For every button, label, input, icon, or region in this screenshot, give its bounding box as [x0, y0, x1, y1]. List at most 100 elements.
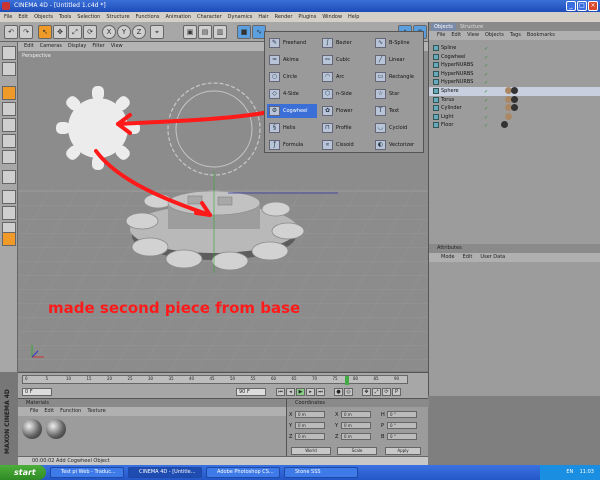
- viewport-menu-item[interactable]: View: [111, 42, 123, 51]
- coord-value-field[interactable]: 0 m: [341, 433, 371, 440]
- menu-item[interactable]: Help: [348, 12, 359, 22]
- tweak-tool-icon[interactable]: [2, 170, 16, 184]
- spline-menu-item[interactable]: ◠ Arc: [320, 70, 370, 84]
- axis-tool-icon[interactable]: [2, 150, 16, 164]
- materials-menu-item[interactable]: Texture: [87, 407, 105, 416]
- start-frame-field[interactable]: 0 F: [22, 388, 52, 396]
- coord-value-field[interactable]: 0 °: [387, 411, 417, 418]
- spline-menu-item[interactable]: ⚙ Cogwheel: [267, 104, 317, 118]
- live-selection-icon[interactable]: ↖: [38, 25, 52, 39]
- coord-value-field[interactable]: 0 °: [387, 433, 417, 440]
- coord-mode-world[interactable]: World: [291, 447, 331, 455]
- menu-item[interactable]: Hair: [258, 12, 268, 22]
- viewport-menu-item[interactable]: Display: [68, 42, 86, 51]
- go-to-start-icon[interactable]: ⏮: [276, 388, 285, 396]
- current-frame-marker[interactable]: [345, 376, 349, 385]
- spline-menu-item[interactable]: ∝ Cissoid: [320, 138, 370, 152]
- menu-item[interactable]: Edit: [18, 12, 28, 22]
- menu-item[interactable]: Window: [322, 12, 342, 22]
- end-frame-field[interactable]: 90 F: [236, 388, 266, 396]
- taskbar-task-button[interactable]: CINEMA 4D - [Untitle...: [128, 467, 202, 478]
- maximize-button[interactable]: □: [577, 1, 587, 11]
- spline-menu-item[interactable]: ◐ Vectorizer: [373, 138, 423, 152]
- points-tool-icon[interactable]: [2, 86, 16, 100]
- scale-icon[interactable]: ⤢: [68, 25, 82, 39]
- render-region-icon[interactable]: ▤: [198, 25, 212, 39]
- language-indicator[interactable]: EN: [566, 469, 573, 475]
- rotate-icon[interactable]: ⟳: [83, 25, 97, 39]
- taskbar-task-button[interactable]: Adobe Photoshop CS...: [206, 467, 280, 478]
- spline-menu-item[interactable]: ╱ Linear: [373, 53, 423, 67]
- object-row[interactable]: Torus ✓: [429, 95, 600, 105]
- edges-tool-icon[interactable]: [2, 102, 16, 116]
- taskbar-task-button[interactable]: Test pi Web - Traduc...: [50, 467, 124, 478]
- spline-menu-item[interactable]: ▭ Rectangle: [373, 70, 423, 84]
- spline-menu-item[interactable]: ⊓ Profile: [320, 121, 370, 135]
- render-picture-viewer-icon[interactable]: ▥: [213, 25, 227, 39]
- undo-icon[interactable]: ↶: [4, 25, 18, 39]
- key-rotation-icon[interactable]: ⟳: [382, 388, 391, 396]
- spline-menu-item[interactable]: ◇ 4-Side: [267, 87, 317, 101]
- use-object-icon[interactable]: [2, 62, 16, 76]
- object-tag-icon[interactable]: [501, 121, 508, 129]
- start-button[interactable]: start: [0, 465, 46, 480]
- spline-menu-item[interactable]: ∫ Bezier: [320, 36, 370, 50]
- menu-item[interactable]: Character: [197, 12, 222, 22]
- play-icon[interactable]: ▶: [296, 388, 305, 396]
- step-back-icon[interactable]: ◂: [286, 388, 295, 396]
- object-row[interactable]: Cylinder ✓: [429, 104, 600, 113]
- step-forward-icon[interactable]: ▸: [306, 388, 315, 396]
- object-row[interactable]: HyperNURBS ✓: [429, 78, 600, 87]
- coordinate-system-icon[interactable]: ⌖: [150, 25, 164, 39]
- material-swatch[interactable]: [22, 419, 42, 439]
- menu-item[interactable]: Dynamics: [228, 12, 253, 22]
- polygons-tool-icon[interactable]: [2, 118, 16, 132]
- spline-menu-item[interactable]: ƒ Formula: [267, 138, 317, 152]
- object-row[interactable]: Cogwheel ✓: [429, 53, 600, 62]
- objects-menu-item[interactable]: Objects: [485, 31, 504, 40]
- objects-menu-item[interactable]: View: [467, 31, 479, 40]
- use-model-icon[interactable]: [2, 46, 16, 60]
- attributes-menu-item[interactable]: Edit: [463, 253, 473, 262]
- objects-menu-item[interactable]: Tags: [510, 31, 521, 40]
- object-tag-icon[interactable]: [511, 87, 518, 94]
- object-tag-icon[interactable]: [505, 112, 512, 120]
- key-scale-icon[interactable]: ⤢: [372, 388, 381, 396]
- viewport-menu-item[interactable]: Edit: [24, 42, 34, 51]
- object-row[interactable]: Floor ✓: [429, 121, 600, 130]
- record-keyframe-icon[interactable]: ●: [334, 388, 343, 396]
- cube-primitive-icon[interactable]: ■: [237, 25, 251, 39]
- spline-menu-item[interactable]: ⬡ n-Side: [320, 87, 370, 101]
- coord-value-field[interactable]: 0 °: [387, 422, 417, 429]
- axis-x-toggle[interactable]: X: [102, 25, 116, 39]
- axis-z-toggle[interactable]: Z: [132, 25, 146, 39]
- texture-tool-icon[interactable]: [2, 134, 16, 148]
- menu-item[interactable]: Animation: [165, 12, 191, 22]
- spline-menu-item[interactable]: ◡ Cycloid: [373, 121, 423, 135]
- objects-menu-item[interactable]: File: [437, 31, 445, 40]
- spline-menu-item[interactable]: ∾ Cubic: [320, 53, 370, 67]
- autokey-icon[interactable]: ◎: [344, 388, 353, 396]
- objects-menu-item[interactable]: Bookmarks: [527, 31, 555, 40]
- spline-menu-item[interactable]: § Helix: [267, 121, 317, 135]
- menu-item[interactable]: Objects: [34, 12, 53, 22]
- minimize-button[interactable]: _: [566, 1, 576, 11]
- menu-item[interactable]: Functions: [136, 12, 160, 22]
- object-row[interactable]: Sphere ✓: [429, 87, 600, 96]
- tab-objects[interactable]: Objects: [431, 23, 456, 31]
- attributes-menu-item[interactable]: User Data: [480, 253, 505, 262]
- materials-menu-item[interactable]: Edit: [44, 407, 54, 416]
- material-swatch[interactable]: [46, 419, 66, 439]
- menu-item[interactable]: Plugins: [298, 12, 316, 22]
- timeline-ruler[interactable]: 0 5 10 15 20 25 30 35 40 45 50 55 60 65 70 75 80 85 90: [22, 375, 408, 385]
- spline-menu-item[interactable]: ∿ B-Spline: [373, 36, 423, 50]
- coord-value-field[interactable]: 0 m: [295, 422, 325, 429]
- snap-tool-icon[interactable]: [2, 190, 16, 204]
- move-icon[interactable]: ✥: [53, 25, 67, 39]
- spline-menu-item[interactable]: ○ Circle: [267, 70, 317, 84]
- coord-value-field[interactable]: 0 m: [295, 433, 325, 440]
- spline-menu-item[interactable]: ✿ Flower: [320, 104, 370, 118]
- spline-menu-item[interactable]: T Text: [373, 104, 423, 118]
- menu-item[interactable]: Selection: [77, 12, 100, 22]
- render-view-icon[interactable]: ▣: [183, 25, 197, 39]
